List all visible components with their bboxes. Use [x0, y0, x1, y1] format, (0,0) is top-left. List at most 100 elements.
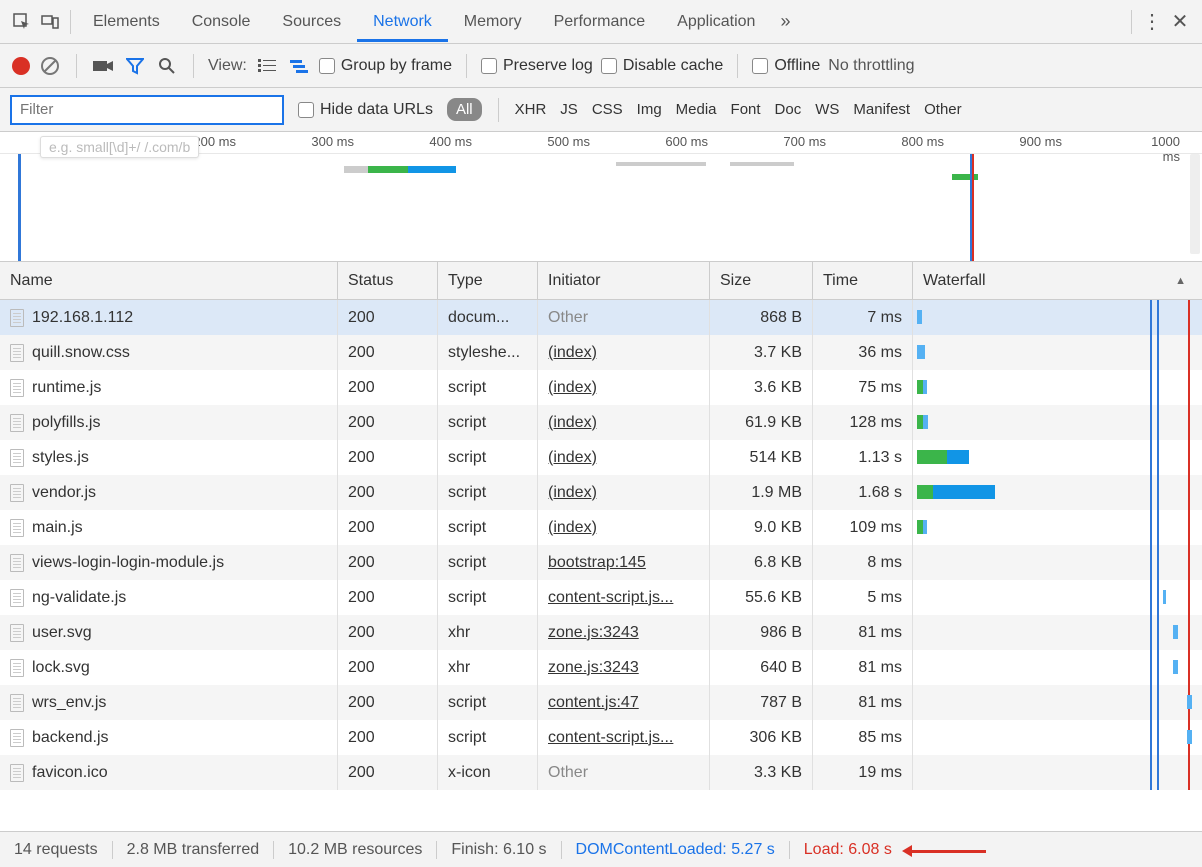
- initiator-cell[interactable]: content-script.js...: [538, 720, 710, 755]
- initiator-cell[interactable]: zone.js:3243: [538, 615, 710, 650]
- filter-icon[interactable]: [123, 54, 147, 78]
- request-name: runtime.js: [32, 379, 101, 397]
- close-icon[interactable]: ✕: [1166, 8, 1194, 36]
- throttling-select[interactable]: No throttling: [828, 57, 914, 75]
- filter-ws[interactable]: WS: [815, 99, 839, 120]
- filter-js[interactable]: JS: [560, 99, 578, 120]
- filter-font[interactable]: Font: [731, 99, 761, 120]
- status-cell: 200: [338, 510, 438, 545]
- table-row[interactable]: 192.168.1.112200docum...Other868 B7 ms: [0, 300, 1202, 335]
- record-button[interactable]: [12, 57, 30, 75]
- status-cell: 200: [338, 545, 438, 580]
- status-transferred: 2.8 MB transferred: [113, 841, 275, 859]
- col-name[interactable]: Name: [0, 262, 338, 299]
- initiator-cell[interactable]: (index): [538, 440, 710, 475]
- filter-img[interactable]: Img: [637, 99, 662, 120]
- tab-memory[interactable]: Memory: [448, 2, 538, 42]
- col-size[interactable]: Size: [710, 262, 813, 299]
- clear-icon[interactable]: [38, 54, 62, 78]
- initiator-cell[interactable]: (index): [538, 370, 710, 405]
- hide-data-urls-checkbox[interactable]: Hide data URLs: [298, 101, 433, 119]
- initiator-cell[interactable]: zone.js:3243: [538, 650, 710, 685]
- request-name: main.js: [32, 519, 83, 537]
- waterfall-view-icon[interactable]: [287, 54, 311, 78]
- file-icon: [10, 309, 24, 327]
- col-waterfall[interactable]: Waterfall▲: [913, 262, 1202, 299]
- camera-icon[interactable]: [91, 54, 115, 78]
- divider: [1131, 10, 1132, 34]
- table-row[interactable]: lock.svg200xhrzone.js:3243640 B81 ms: [0, 650, 1202, 685]
- table-row[interactable]: runtime.js200script(index)3.6 KB75 ms: [0, 370, 1202, 405]
- timeline-scrollbar[interactable]: [1190, 154, 1200, 254]
- table-row[interactable]: styles.js200script(index)514 KB1.13 s: [0, 440, 1202, 475]
- file-icon: [10, 589, 24, 607]
- table-row[interactable]: views-login-login-module.js200scriptboot…: [0, 545, 1202, 580]
- group-by-frame-checkbox[interactable]: Group by frame: [319, 57, 452, 75]
- filter-doc[interactable]: Doc: [775, 99, 802, 120]
- col-type[interactable]: Type: [438, 262, 538, 299]
- timeline-tick: 400 ms: [429, 134, 472, 149]
- preserve-log-checkbox[interactable]: Preserve log: [481, 57, 593, 75]
- inspect-icon[interactable]: [8, 8, 36, 36]
- col-status[interactable]: Status: [338, 262, 438, 299]
- time-cell: 1.13 s: [813, 440, 913, 475]
- filter-input[interactable]: [10, 95, 284, 125]
- tab-application[interactable]: Application: [661, 2, 771, 42]
- file-icon: [10, 519, 24, 537]
- timeline-overview[interactable]: 100 ms200 ms300 ms400 ms500 ms600 ms700 …: [0, 132, 1202, 262]
- initiator-cell[interactable]: bootstrap:145: [538, 545, 710, 580]
- file-icon: [10, 344, 24, 362]
- view-label: View:: [208, 57, 247, 75]
- kebab-menu-icon[interactable]: ⋮: [1138, 8, 1166, 36]
- size-cell: 787 B: [710, 685, 813, 720]
- initiator-cell[interactable]: (index): [538, 405, 710, 440]
- offline-checkbox[interactable]: Offline: [752, 57, 820, 75]
- list-view-icon[interactable]: [255, 54, 279, 78]
- tab-network[interactable]: Network: [357, 2, 448, 42]
- tab-elements[interactable]: Elements: [77, 2, 176, 42]
- type-cell: docum...: [438, 300, 538, 335]
- timeline-tick: 600 ms: [665, 134, 708, 149]
- col-initiator[interactable]: Initiator: [538, 262, 710, 299]
- file-icon: [10, 449, 24, 467]
- device-toggle-icon[interactable]: [36, 8, 64, 36]
- tab-performance[interactable]: Performance: [538, 2, 662, 42]
- file-icon: [10, 554, 24, 572]
- disable-cache-checkbox[interactable]: Disable cache: [601, 57, 724, 75]
- request-name: views-login-login-module.js: [32, 554, 224, 572]
- filter-manifest[interactable]: Manifest: [853, 99, 910, 120]
- initiator-cell[interactable]: (index): [538, 475, 710, 510]
- table-row[interactable]: backend.js200scriptcontent-script.js...3…: [0, 720, 1202, 755]
- initiator-cell[interactable]: content-script.js...: [538, 580, 710, 615]
- size-cell: 1.9 MB: [710, 475, 813, 510]
- time-cell: 8 ms: [813, 545, 913, 580]
- request-name: vendor.js: [32, 484, 96, 502]
- waterfall-cell: [913, 720, 1202, 755]
- table-row[interactable]: main.js200script(index)9.0 KB109 ms: [0, 510, 1202, 545]
- filter-css[interactable]: CSS: [592, 99, 623, 120]
- table-row[interactable]: wrs_env.js200scriptcontent.js:47787 B81 …: [0, 685, 1202, 720]
- more-tabs-icon[interactable]: »: [771, 8, 799, 36]
- filter-xhr[interactable]: XHR: [515, 99, 547, 120]
- initiator-cell: Other: [538, 755, 710, 790]
- table-row[interactable]: user.svg200xhrzone.js:3243986 B81 ms: [0, 615, 1202, 650]
- waterfall-cell: [913, 650, 1202, 685]
- type-cell: script: [438, 405, 538, 440]
- initiator-cell[interactable]: (index): [538, 335, 710, 370]
- type-cell: script: [438, 370, 538, 405]
- table-row[interactable]: ng-validate.js200scriptcontent-script.js…: [0, 580, 1202, 615]
- table-row[interactable]: quill.snow.css200styleshe...(index)3.7 K…: [0, 335, 1202, 370]
- filter-other[interactable]: Other: [924, 99, 962, 120]
- initiator-cell[interactable]: (index): [538, 510, 710, 545]
- initiator-cell[interactable]: content.js:47: [538, 685, 710, 720]
- table-row[interactable]: polyfills.js200script(index)61.9 KB128 m…: [0, 405, 1202, 440]
- tab-console[interactable]: Console: [176, 2, 267, 42]
- filter-media[interactable]: Media: [676, 99, 717, 120]
- search-icon[interactable]: [155, 54, 179, 78]
- table-row[interactable]: vendor.js200script(index)1.9 MB1.68 s: [0, 475, 1202, 510]
- tab-sources[interactable]: Sources: [266, 2, 357, 42]
- col-time[interactable]: Time: [813, 262, 913, 299]
- filter-all[interactable]: All: [447, 98, 482, 121]
- request-name: wrs_env.js: [32, 694, 106, 712]
- table-row[interactable]: favicon.ico200x-iconOther3.3 KB19 ms: [0, 755, 1202, 790]
